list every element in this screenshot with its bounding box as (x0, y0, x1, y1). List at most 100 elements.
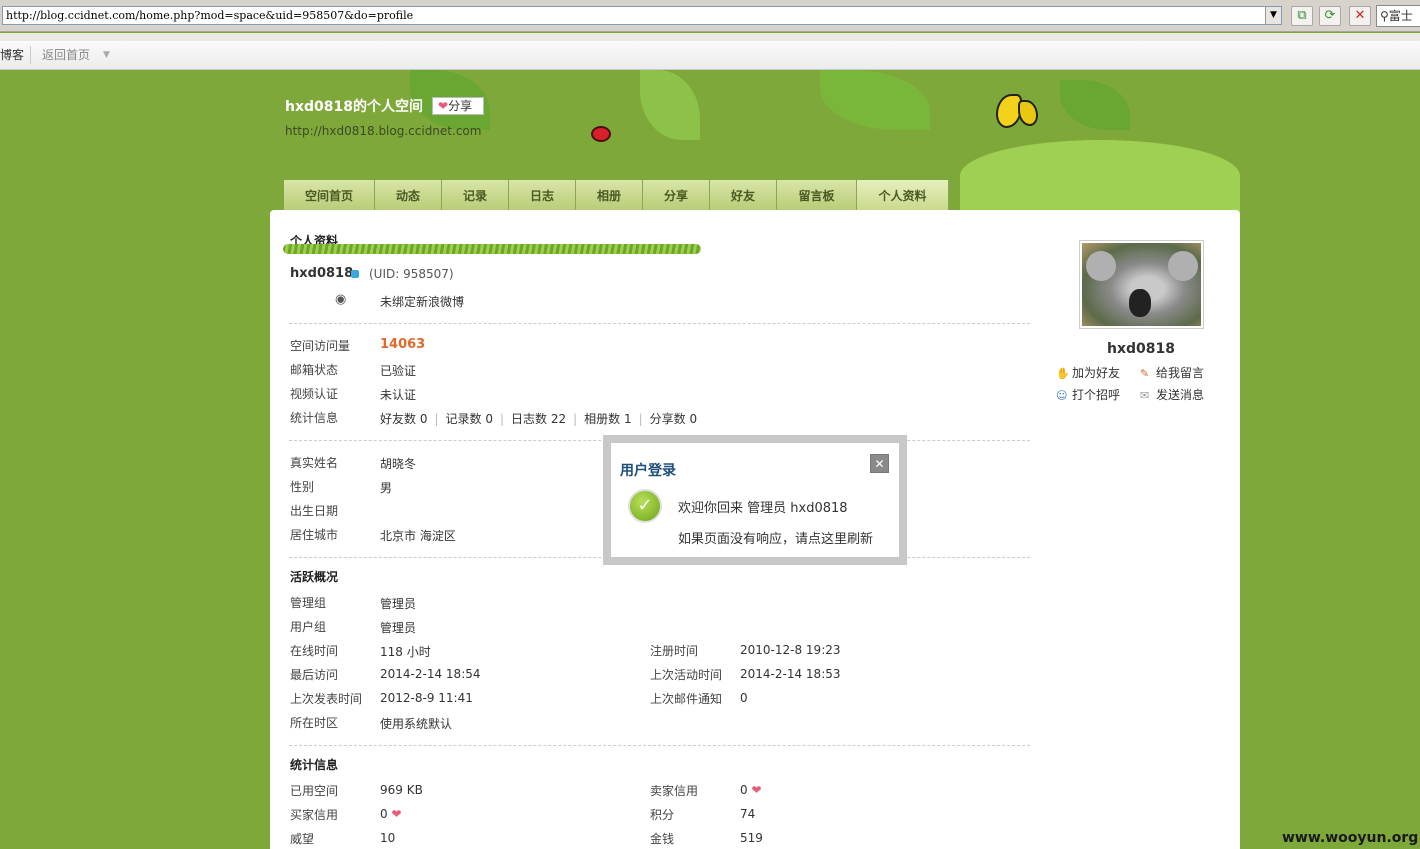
space-used-value: 969 KB (380, 783, 423, 797)
avatar[interactable] (1079, 240, 1204, 329)
money-label: 金钱 (650, 832, 675, 846)
points-label: 积分 (650, 808, 675, 822)
tab-share[interactable]: 分享 (643, 180, 710, 210)
tab-blog[interactable]: 日志 (509, 180, 576, 210)
pencil-icon: ✎ (1140, 367, 1150, 380)
user-group-label: 用户组 (290, 620, 327, 634)
refresh-icon[interactable]: ⟳ (1319, 6, 1341, 26)
last-visit-label: 最后访问 (290, 668, 339, 682)
browser-toolbar: http://blog.ccidnet.com/home.php?mod=spa… (0, 0, 1420, 32)
avatar-ear (1086, 251, 1116, 281)
stop-icon[interactable]: ✕ (1349, 6, 1371, 26)
tab-profile[interactable]: 个人资料 (857, 180, 949, 210)
ladybug-icon (585, 122, 625, 148)
address-url-text: http://blog.ccidnet.com/home.php?mod=spa… (6, 9, 414, 22)
online-status-icon (351, 270, 359, 278)
gender-value: 男 (380, 481, 393, 495)
address-input[interactable]: http://blog.ccidnet.com/home.php?mod=spa… (2, 6, 1282, 25)
visits-value: 14063 (380, 337, 426, 352)
stat-friends[interactable]: 好友数 0 (380, 412, 427, 426)
chevron-down-icon[interactable]: ▼ (103, 50, 110, 60)
topnav-blog-link[interactable]: 博客 (0, 46, 24, 63)
last-active-value: 2014-2-14 18:53 (740, 667, 841, 681)
seller-credit-value: 0 ❤ (740, 783, 762, 797)
butterfly-icon (990, 78, 1050, 138)
dialog-title: 用户登录 (620, 463, 676, 479)
address-dropdown-icon[interactable]: ▼ (1265, 7, 1281, 24)
topnav-home-link[interactable]: 返回首页 (42, 46, 90, 63)
login-dialog: 用户登录 ✕ ✓ 欢迎你回来 管理员 hxd0818 如果页面没有响应，请点这里… (603, 435, 907, 565)
login-dialog-body: 用户登录 ✕ ✓ 欢迎你回来 管理员 hxd0818 如果页面没有响应，请点这里… (611, 443, 899, 557)
user-group-value[interactable]: 管理员 (380, 619, 416, 636)
realname-label: 真实姓名 (290, 456, 339, 470)
sidebar-username[interactable]: hxd0818 (1080, 341, 1202, 357)
last-post-value: 2012-8-9 11:41 (380, 691, 473, 705)
tab-friends[interactable]: 好友 (710, 180, 777, 210)
stat-separator: | (434, 412, 439, 426)
close-icon[interactable]: ✕ (870, 454, 889, 473)
tab-feed[interactable]: 动态 (375, 180, 442, 210)
space-used-label: 已用空间 (290, 784, 339, 798)
stat-blogs[interactable]: 日志数 22 (511, 412, 566, 426)
stat-shares[interactable]: 分享数 0 (650, 412, 697, 426)
leaf-decoration (1060, 80, 1130, 130)
share-button[interactable]: ❤分享 (432, 97, 484, 115)
add-friend-label: 加为好友 (1072, 366, 1121, 380)
toolbar-gap (0, 33, 1420, 41)
stats-label: 统计信息 (290, 411, 339, 425)
share-label: 分享 (448, 99, 473, 113)
handshake-icon: ✋ (1056, 367, 1070, 380)
last-mail-label: 上次邮件通知 (650, 692, 723, 706)
gender-label: 性别 (290, 480, 315, 494)
weibo-status[interactable]: 未绑定新浪微博 (380, 293, 464, 310)
timezone-value: 使用系统默认 (380, 717, 453, 731)
welcome-message: 欢迎你回来 管理员 hxd0818 (678, 501, 848, 516)
profile-username: hxd0818 (290, 266, 354, 281)
prestige-value: 10 (380, 831, 396, 845)
visits-label: 空间访问量 (290, 339, 351, 353)
divider (289, 745, 1030, 746)
greet-icon: ☺ (1056, 389, 1068, 402)
city-label: 居住城市 (290, 528, 339, 542)
avatar-ear (1168, 251, 1198, 281)
buyer-credit-label: 买家信用 (290, 808, 339, 822)
space-url[interactable]: http://hxd0818.blog.ccidnet.com (285, 124, 481, 138)
profile-uid: (UID: 958507) (369, 267, 454, 281)
section-title-activity: 活跃概况 (290, 570, 339, 584)
add-friend-link[interactable]: ✋ 加为好友 (1056, 364, 1120, 381)
stat-records[interactable]: 记录数 0 (446, 412, 493, 426)
video-value: 未认证 (380, 388, 417, 402)
compat-view-icon[interactable]: ⧉ (1291, 6, 1313, 26)
koala-avatar-image (1082, 243, 1201, 326)
tab-guestbook[interactable]: 留言板 (777, 180, 857, 210)
greet-label: 打个招呼 (1072, 388, 1121, 402)
last-post-label: 上次发表时间 (290, 692, 363, 706)
register-time-label: 注册时间 (650, 644, 699, 658)
search-box[interactable]: ⚲富士 (1376, 5, 1420, 27)
seller-credit-number: 0 (740, 783, 748, 797)
leave-message-label: 给我留言 (1156, 366, 1205, 380)
watermark: www.wooyun.org (1282, 830, 1419, 846)
send-message-link[interactable]: ✉ 发送消息 (1140, 386, 1204, 403)
leaf-decoration (640, 70, 700, 140)
stat-separator: | (499, 412, 504, 426)
stat-albums[interactable]: 相册数 1 (584, 412, 631, 426)
last-mail-value: 0 (740, 691, 748, 705)
stats-list: 好友数 0 | 记录数 0 | 日志数 22 | 相册数 1 | 分享数 0 (380, 410, 697, 427)
tab-records[interactable]: 记录 (442, 180, 509, 210)
space-title[interactable]: hxd0818的个人空间 (285, 96, 423, 116)
space-tabs: 空间首页 动态 记录 日志 相册 分享 好友 留言板 个人资料 (284, 180, 949, 210)
search-text: 富士 (1388, 9, 1413, 23)
admin-group-value[interactable]: 管理员 (380, 595, 416, 612)
avatar-nose (1129, 289, 1151, 317)
tab-album[interactable]: 相册 (576, 180, 643, 210)
realname-value: 胡晓冬 (380, 457, 417, 471)
email-label: 邮箱状态 (290, 363, 339, 377)
refresh-hint-link[interactable]: 如果页面没有响应，请点这里刷新 (678, 528, 873, 547)
last-visit-value: 2014-2-14 18:54 (380, 667, 481, 681)
email-value: 已验证 (380, 364, 417, 378)
greet-link[interactable]: ☺ 打个招呼 (1056, 386, 1120, 403)
tab-home[interactable]: 空间首页 (284, 180, 375, 210)
leave-message-link[interactable]: ✎ 给我留言 (1140, 364, 1204, 381)
buyer-credit-number: 0 (380, 807, 388, 821)
